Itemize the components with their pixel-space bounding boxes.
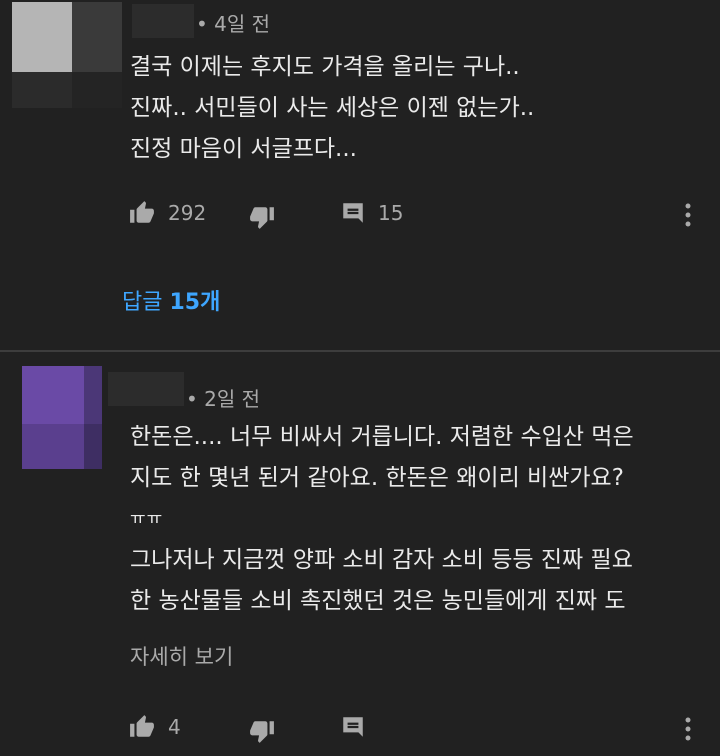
timestamp-text: 4일 전 [214, 12, 271, 36]
comment-line: ㅠㅠ [130, 509, 164, 529]
author-name-blurred[interactable] [132, 4, 194, 38]
comment-text: 한돈은.... 너무 비싸서 거릅니다. 저렴한 수입산 먹은 지도 한 몇년 … [130, 417, 634, 622]
author-name-blurred[interactable] [108, 372, 184, 406]
comments-section: • 4일 전 결국 이제는 후지도 가격을 올리는 구나.. 진짜.. 서민들이… [0, 0, 720, 756]
more-vertical-icon [678, 202, 698, 228]
like-button[interactable]: 4 [128, 714, 181, 740]
thumbs-down-icon [248, 204, 276, 230]
reply-button[interactable] [340, 714, 366, 740]
replies-count: 15개 [169, 290, 221, 315]
thumbs-up-icon [128, 200, 156, 226]
more-vertical-icon [678, 716, 698, 742]
comment-timestamp[interactable]: • 2일 전 [186, 383, 260, 412]
comment-text: 결국 이제는 후지도 가격을 올리는 구나.. 진짜.. 서민들이 사는 세상은… [130, 47, 534, 170]
dislike-button[interactable] [248, 718, 276, 744]
comment-menu-button[interactable] [678, 716, 698, 742]
comment-line: 한 농산물들 소비 촉진했던 것은 농민들에게 진짜 도 [130, 588, 626, 614]
comment-line: 결국 이제는 후지도 가격을 올리는 구나.. [130, 54, 520, 80]
comment-menu-button[interactable] [678, 202, 698, 228]
comment-icon [340, 200, 366, 226]
thumbs-down-icon [248, 718, 276, 744]
comment-timestamp[interactable]: • 4일 전 [196, 8, 270, 37]
like-count: 292 [168, 201, 207, 225]
read-more-link[interactable]: 자세히 보기 [130, 641, 233, 671]
replies-label: 답글 [122, 290, 163, 315]
reply-button[interactable]: 15 [340, 200, 403, 226]
comment-line: 진정 마음이 서글프다... [130, 136, 357, 162]
like-count: 4 [168, 715, 181, 739]
comment-actions: 292 15 [0, 196, 720, 236]
comment-actions: 4 [0, 710, 720, 750]
timestamp-text: 2일 전 [204, 387, 261, 411]
comment-line: 지도 한 몇년 된거 같아요. 한돈은 왜이리 비싼가요? [130, 465, 624, 491]
comment-line: 진짜.. 서민들이 사는 세상은 이젠 없는가.. [130, 95, 535, 121]
comment-line: 그나저나 지금껏 양파 소비 감자 소비 등등 진짜 필요 [130, 547, 633, 573]
view-replies-link[interactable]: 답글 15개 [122, 284, 220, 316]
comment-icon [340, 714, 366, 740]
dislike-button[interactable] [248, 204, 276, 230]
thumbs-up-icon [128, 714, 156, 740]
comment-line: 한돈은.... 너무 비싸서 거릅니다. 저렴한 수입산 먹은 [130, 424, 634, 450]
avatar[interactable] [22, 366, 102, 469]
avatar[interactable] [12, 2, 122, 108]
like-button[interactable]: 292 [128, 200, 206, 226]
reply-count: 15 [378, 201, 404, 225]
